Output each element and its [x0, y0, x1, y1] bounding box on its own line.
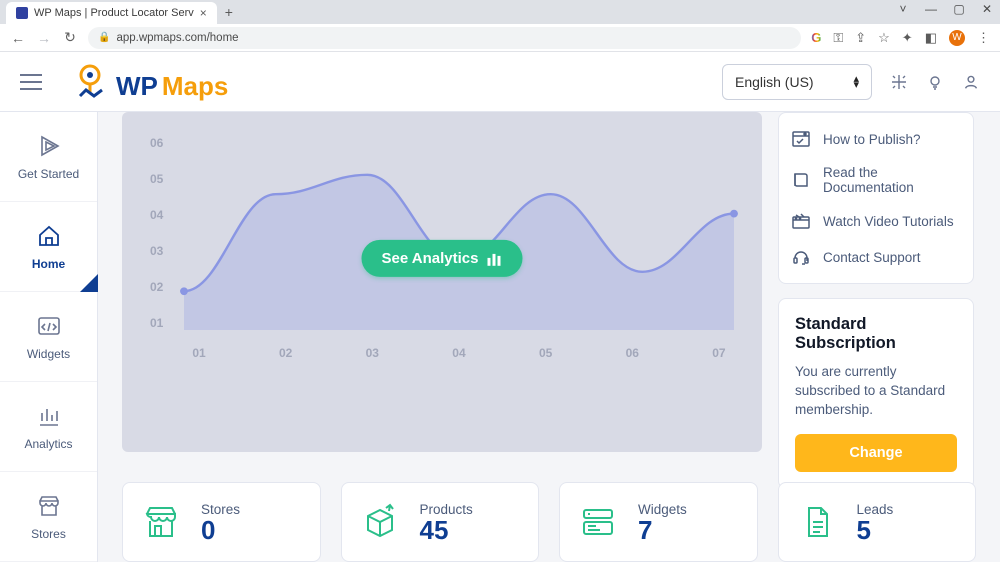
change-plan-button[interactable]: Change: [795, 434, 957, 472]
brand-logo[interactable]: WP Maps: [72, 62, 228, 102]
chart-plot: [184, 136, 734, 330]
sidebar-item-label: Get Started: [18, 167, 79, 181]
store-icon: [36, 493, 62, 519]
help-link-videos[interactable]: Watch Video Tutorials: [791, 203, 961, 239]
stat-value: 5: [857, 517, 894, 543]
stat-card-leads[interactable]: Leads 5: [778, 482, 977, 562]
stat-value: 45: [420, 517, 473, 543]
minimize-icon[interactable]: ―: [924, 2, 938, 16]
brand-text-maps: Maps: [162, 71, 228, 102]
kebab-menu-icon[interactable]: ⋮: [977, 30, 990, 46]
panel-icon[interactable]: ◧: [925, 30, 937, 46]
see-analytics-button[interactable]: See Analytics: [362, 240, 523, 277]
stat-value: 7: [638, 517, 687, 543]
chart-x-ticks: 01 02 03 04 05 06 07: [184, 346, 734, 366]
video-icon: [791, 211, 811, 231]
address-bar: ← → ↻ 🔒 app.wpmaps.com/home G ⚿ ⇪ ☆ ✦ ◧ …: [0, 24, 1000, 52]
browser-tabstrip: WP Maps | Product Locator Serv × + ˅ ― ▢…: [0, 0, 1000, 24]
stat-card-stores[interactable]: Stores 0: [122, 482, 321, 562]
tab-favicon: [16, 7, 28, 19]
help-link-docs[interactable]: Read the Documentation: [791, 157, 961, 203]
menu-toggle-icon[interactable]: [20, 74, 42, 90]
expand-icon[interactable]: [890, 73, 908, 91]
stat-value: 0: [201, 517, 240, 543]
new-tab-button[interactable]: +: [217, 4, 241, 20]
sidebar-item-label: Home: [32, 257, 65, 271]
url-field[interactable]: 🔒 app.wpmaps.com/home: [88, 27, 801, 49]
package-icon: [360, 502, 400, 542]
tab-title: WP Maps | Product Locator Serv: [34, 7, 194, 19]
chart-icon: [36, 403, 62, 429]
sidebar-item-widgets[interactable]: Widgets: [0, 292, 97, 382]
logo-pin-icon: [72, 62, 112, 102]
help-link-publish[interactable]: How to Publish?: [791, 121, 961, 157]
stat-card-products[interactable]: Products 45: [341, 482, 540, 562]
home-icon: [36, 223, 62, 249]
help-link-label: Watch Video Tutorials: [823, 214, 954, 229]
user-icon[interactable]: [962, 73, 980, 91]
share-icon[interactable]: ⇪: [855, 30, 866, 46]
headset-icon: [791, 247, 811, 267]
chart-y-ticks: 06 05 04 03 02 01: [150, 136, 180, 330]
sidebar-item-stores[interactable]: Stores: [0, 472, 97, 562]
stat-card-widgets[interactable]: Widgets 7: [559, 482, 758, 562]
idea-icon[interactable]: [926, 73, 944, 91]
lock-icon: 🔒: [98, 32, 110, 43]
forward-icon: →: [36, 30, 52, 46]
code-icon: [36, 313, 62, 339]
browser-check-icon: [791, 129, 811, 149]
button-label: See Analytics: [382, 250, 479, 267]
store-icon: [141, 502, 181, 542]
analytics-chart-card: 06 05 04 03 02 01: [122, 112, 762, 452]
subscription-card: Standard Subscription You are currently …: [778, 298, 974, 489]
sidebar-item-home[interactable]: Home: [0, 202, 97, 292]
book-icon: [791, 170, 811, 190]
google-icon[interactable]: G: [811, 30, 821, 45]
content-area: 06 05 04 03 02 01: [98, 112, 1000, 562]
subscription-title: Standard Subscription: [795, 315, 957, 353]
widget-icon: [578, 502, 618, 542]
key-icon[interactable]: ⚿: [833, 30, 843, 46]
sidebar: Get Started Home Widgets Analytics: [0, 112, 98, 562]
sidebar-item-label: Stores: [31, 527, 66, 541]
bar-chart-icon: [487, 251, 503, 265]
url-text: app.wpmaps.com/home: [116, 32, 238, 44]
subscription-desc: You are currently subscribed to a Standa…: [795, 363, 957, 420]
browser-tab[interactable]: WP Maps | Product Locator Serv ×: [6, 2, 217, 24]
stats-row: Stores 0 Products 45: [122, 482, 976, 562]
help-link-label: Read the Documentation: [823, 165, 961, 195]
window-controls: ˅ ― ▢ ✕: [896, 2, 994, 16]
extensions-icon[interactable]: ✦: [902, 30, 913, 46]
document-icon: [797, 502, 837, 542]
language-select[interactable]: English (US) ▴▾: [722, 64, 872, 100]
sidebar-item-label: Analytics: [24, 437, 72, 451]
dropdown-caret-icon: ▴▾: [853, 76, 859, 88]
app-topbar: WP Maps English (US) ▴▾: [0, 52, 1000, 112]
close-icon[interactable]: ✕: [980, 2, 994, 16]
sidebar-item-get-started[interactable]: Get Started: [0, 112, 97, 202]
sidebar-item-label: Widgets: [27, 347, 70, 361]
reload-icon[interactable]: ↻: [62, 29, 78, 46]
help-link-label: Contact Support: [823, 250, 921, 265]
close-icon[interactable]: ×: [200, 6, 207, 20]
play-icon: [36, 133, 62, 159]
language-value: English (US): [735, 74, 814, 90]
star-icon[interactable]: ☆: [878, 30, 890, 46]
help-link-support[interactable]: Contact Support: [791, 239, 961, 275]
brand-text-wp: WP: [116, 71, 158, 102]
chevron-down-icon[interactable]: ˅: [896, 2, 910, 16]
help-links-card: How to Publish? Read the Documentation W…: [778, 112, 974, 284]
help-link-label: How to Publish?: [823, 132, 921, 147]
sidebar-item-analytics[interactable]: Analytics: [0, 382, 97, 472]
profile-avatar[interactable]: W: [949, 30, 965, 46]
back-icon[interactable]: ←: [10, 30, 26, 46]
maximize-icon[interactable]: ▢: [952, 2, 966, 16]
